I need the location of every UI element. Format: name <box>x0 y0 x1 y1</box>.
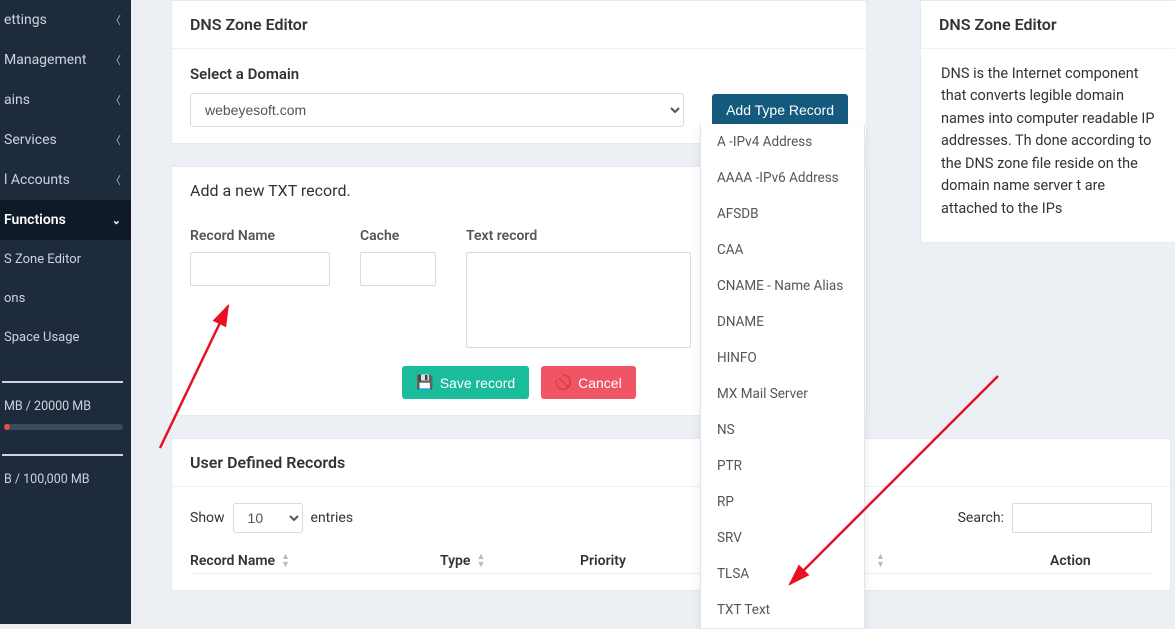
panel-title: User Defined Records <box>172 439 1170 487</box>
record-type-option[interactable]: TXT Text <box>701 592 864 628</box>
search-label: Search: <box>958 510 1004 526</box>
chevron-down-icon: ⌄ <box>112 214 121 227</box>
add-type-record-button[interactable]: Add Type Record <box>712 94 848 126</box>
text-record-input[interactable] <box>466 252 691 348</box>
record-name-label: Record Name <box>190 228 330 244</box>
record-name-input[interactable] <box>190 252 330 286</box>
sidebar-item-settings[interactable]: ettings 〈 <box>0 0 131 40</box>
sidebar-sub-dns-zone-editor[interactable]: S Zone Editor <box>0 240 131 279</box>
button-label: Cancel <box>578 375 622 391</box>
record-type-option[interactable]: AAAA -IPv6 Address <box>701 160 864 196</box>
record-type-option[interactable]: PTR <box>701 448 864 484</box>
divider <box>2 454 123 456</box>
sort-icon: ▲▼ <box>876 553 885 569</box>
sidebar-sub-ons[interactable]: ons <box>0 279 131 318</box>
th-record-name[interactable]: Record Name ▲▼ <box>190 553 440 569</box>
chevron-left-icon: 〈 <box>110 92 121 108</box>
sort-icon: ▲▼ <box>281 553 290 569</box>
record-type-option[interactable]: TLSA <box>701 556 864 592</box>
button-label: Add Type Record <box>726 102 834 118</box>
help-panel-column: DNS Zone Editor DNS is the Internet comp… <box>920 0 1175 265</box>
select-domain-label: Select a Domain <box>190 65 848 83</box>
domain-select[interactable]: webeyesoft.com <box>190 93 684 127</box>
panel-user-defined-records: User Defined Records Show 10 entries Sea… <box>171 438 1171 591</box>
entries-label: entries <box>311 510 354 526</box>
record-type-option[interactable]: RP <box>701 484 864 520</box>
sidebar-item-label: Services <box>4 132 57 148</box>
cache-input[interactable] <box>360 252 436 286</box>
record-type-option[interactable]: CAA <box>701 232 864 268</box>
sort-icon: ▲▼ <box>476 553 485 569</box>
record-type-option[interactable]: SRV <box>701 520 864 556</box>
sidebar-item-accounts[interactable]: l Accounts 〈 <box>0 160 131 200</box>
sidebar-item-label: ains <box>4 92 30 108</box>
text-record-label: Text record <box>466 228 691 244</box>
cache-label: Cache <box>360 228 436 244</box>
save-record-button[interactable]: 💾 Save record <box>402 366 529 399</box>
sidebar-item-label: Functions <box>4 212 66 228</box>
sidebar-item-functions[interactable]: Functions ⌄ <box>0 200 131 240</box>
panel-dns-zone-editor: DNS Zone Editor Select a Domain webeyeso… <box>171 0 867 144</box>
sidebar-item-domains[interactable]: ains 〈 <box>0 80 131 120</box>
chevron-left-icon: 〈 <box>110 172 121 188</box>
help-panel-title: DNS Zone Editor <box>921 1 1175 49</box>
divider <box>2 381 123 383</box>
records-table-header: Record Name ▲▼ Type ▲▼ Priority ▲▼ Actio… <box>190 543 1152 574</box>
record-type-dropdown: A -IPv4 AddressAAAA -IPv6 AddressAFSDBCA… <box>700 124 865 629</box>
cancel-button[interactable]: 🚫 Cancel <box>541 366 636 399</box>
cancel-icon: 🚫 <box>555 374 572 391</box>
disk-usage-label: MB / 20000 MB <box>0 391 131 418</box>
chevron-left-icon: 〈 <box>110 132 121 148</box>
button-label: Save record <box>440 375 515 391</box>
sidebar-item-label: Management <box>4 52 86 68</box>
entries-select[interactable]: 10 <box>233 503 303 533</box>
record-type-option[interactable]: CNAME - Name Alias <box>701 268 864 304</box>
bandwidth-usage-label: B / 100,000 MB <box>0 464 131 491</box>
record-type-option[interactable]: NS <box>701 412 864 448</box>
chevron-left-icon: 〈 <box>110 12 121 28</box>
sidebar-item-label: l Accounts <box>4 172 70 188</box>
record-type-option[interactable]: HINFO <box>701 340 864 376</box>
record-type-option[interactable]: A -IPv4 Address <box>701 124 864 160</box>
record-type-option[interactable]: MX Mail Server <box>701 376 864 412</box>
sidebar-item-management[interactable]: Management 〈 <box>0 40 131 80</box>
search-input[interactable] <box>1012 503 1152 533</box>
record-type-option[interactable]: AFSDB <box>701 196 864 232</box>
sidebar: ettings 〈 Management 〈 ains 〈 Services 〈… <box>0 0 131 624</box>
sidebar-sub-space-usage[interactable]: Space Usage <box>0 318 131 357</box>
disk-usage-bar <box>4 424 123 430</box>
sidebar-item-services[interactable]: Services 〈 <box>0 120 131 160</box>
entries-selector: Show 10 entries <box>190 503 353 533</box>
help-panel-body: DNS is the Internet component that conve… <box>921 49 1175 242</box>
th-type[interactable]: Type ▲▼ <box>440 553 580 569</box>
th-action: Action <box>1050 553 1130 569</box>
chevron-left-icon: 〈 <box>110 52 121 68</box>
save-icon: 💾 <box>416 374 433 391</box>
panel-title: DNS Zone Editor <box>172 1 866 49</box>
th-spacer: ▲▼ <box>870 553 1050 569</box>
show-label: Show <box>190 510 225 526</box>
record-type-option[interactable]: DNAME <box>701 304 864 340</box>
sidebar-item-label: ettings <box>4 12 47 28</box>
